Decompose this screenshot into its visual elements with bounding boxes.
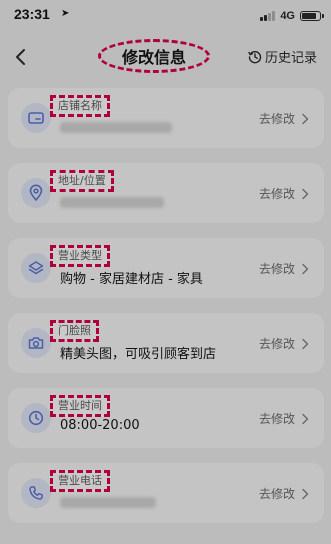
edit-button[interactable]: 去修改 bbox=[259, 410, 310, 427]
history-label: 历史记录 bbox=[264, 51, 317, 66]
location-arrow-icon: ➤ bbox=[61, 8, 70, 19]
row-value: 精美头图，可吸引顾客到店 bbox=[60, 347, 217, 362]
edit-label: 去修改 bbox=[258, 187, 295, 201]
row-label: 店铺名称 bbox=[50, 95, 110, 117]
row-business-type[interactable]: 营业类型 购物 - 家居建材店 - 家具 去修改 bbox=[8, 238, 324, 298]
status-time: 23:31 bbox=[14, 6, 50, 22]
battery-icon bbox=[300, 11, 324, 21]
status-bar: 23:31 ➤ 4G bbox=[0, 0, 331, 34]
clock-icon bbox=[21, 403, 51, 433]
edit-button[interactable]: 去修改 bbox=[259, 110, 310, 127]
back-arrow-icon[interactable] bbox=[11, 47, 31, 67]
row-label: 营业类型 bbox=[50, 245, 110, 267]
redacted-value bbox=[60, 122, 172, 133]
camera-icon bbox=[21, 328, 51, 358]
redacted-value bbox=[60, 197, 164, 208]
edit-button[interactable]: 去修改 bbox=[259, 185, 310, 202]
network-type: 4G bbox=[280, 10, 295, 22]
chevron-right-icon bbox=[302, 188, 309, 199]
location-pin-icon bbox=[21, 178, 51, 208]
edit-label: 去修改 bbox=[258, 412, 295, 426]
row-storefront-photo[interactable]: 门脸照 精美头图，可吸引顾客到店 去修改 bbox=[8, 313, 324, 373]
edit-label: 去修改 bbox=[258, 337, 295, 351]
row-value: 08:00-20:00 bbox=[60, 418, 140, 433]
chevron-right-icon bbox=[302, 113, 309, 124]
row-label: 营业时间 bbox=[50, 395, 110, 417]
edit-button[interactable]: 去修改 bbox=[259, 335, 310, 352]
row-value: 购物 - 家居建材店 - 家具 bbox=[60, 272, 203, 287]
row-business-hours[interactable]: 营业时间 08:00-20:00 去修改 bbox=[8, 388, 324, 448]
row-business-phone[interactable]: 营业电话 去修改 bbox=[8, 463, 324, 523]
battery-level bbox=[302, 13, 316, 19]
edit-label: 去修改 bbox=[258, 487, 295, 501]
chevron-right-icon bbox=[302, 338, 309, 349]
row-label: 门脸照 bbox=[50, 320, 99, 342]
row-store-name[interactable]: 店铺名称 去修改 bbox=[8, 88, 324, 148]
store-card-icon bbox=[21, 103, 51, 133]
chevron-right-icon bbox=[302, 263, 309, 274]
history-clock-icon bbox=[248, 50, 262, 63]
phone-icon bbox=[21, 478, 51, 508]
layers-icon bbox=[21, 253, 51, 283]
chevron-right-icon bbox=[302, 488, 309, 499]
edit-label: 去修改 bbox=[258, 112, 295, 126]
edit-label: 去修改 bbox=[258, 262, 295, 276]
row-address[interactable]: 地址/位置 去修改 bbox=[8, 163, 324, 223]
edit-button[interactable]: 去修改 bbox=[259, 485, 310, 502]
page-title: 修改信息 bbox=[98, 39, 210, 73]
signal-icon bbox=[260, 11, 276, 21]
redacted-value bbox=[60, 497, 156, 508]
status-indicators: 4G bbox=[260, 9, 324, 23]
history-button[interactable]: 历史记录 bbox=[248, 47, 317, 66]
chevron-right-icon bbox=[302, 413, 309, 424]
edit-button[interactable]: 去修改 bbox=[259, 260, 310, 277]
row-label: 地址/位置 bbox=[50, 170, 114, 192]
row-label: 营业电话 bbox=[50, 470, 110, 492]
nav-bar: 修改信息 历史记录 bbox=[0, 34, 331, 80]
edit-info-screen: 23:31 ➤ 4G 修改信息 历史记录 店铺名称 去修改 地址/位置 去修改 … bbox=[0, 0, 331, 544]
